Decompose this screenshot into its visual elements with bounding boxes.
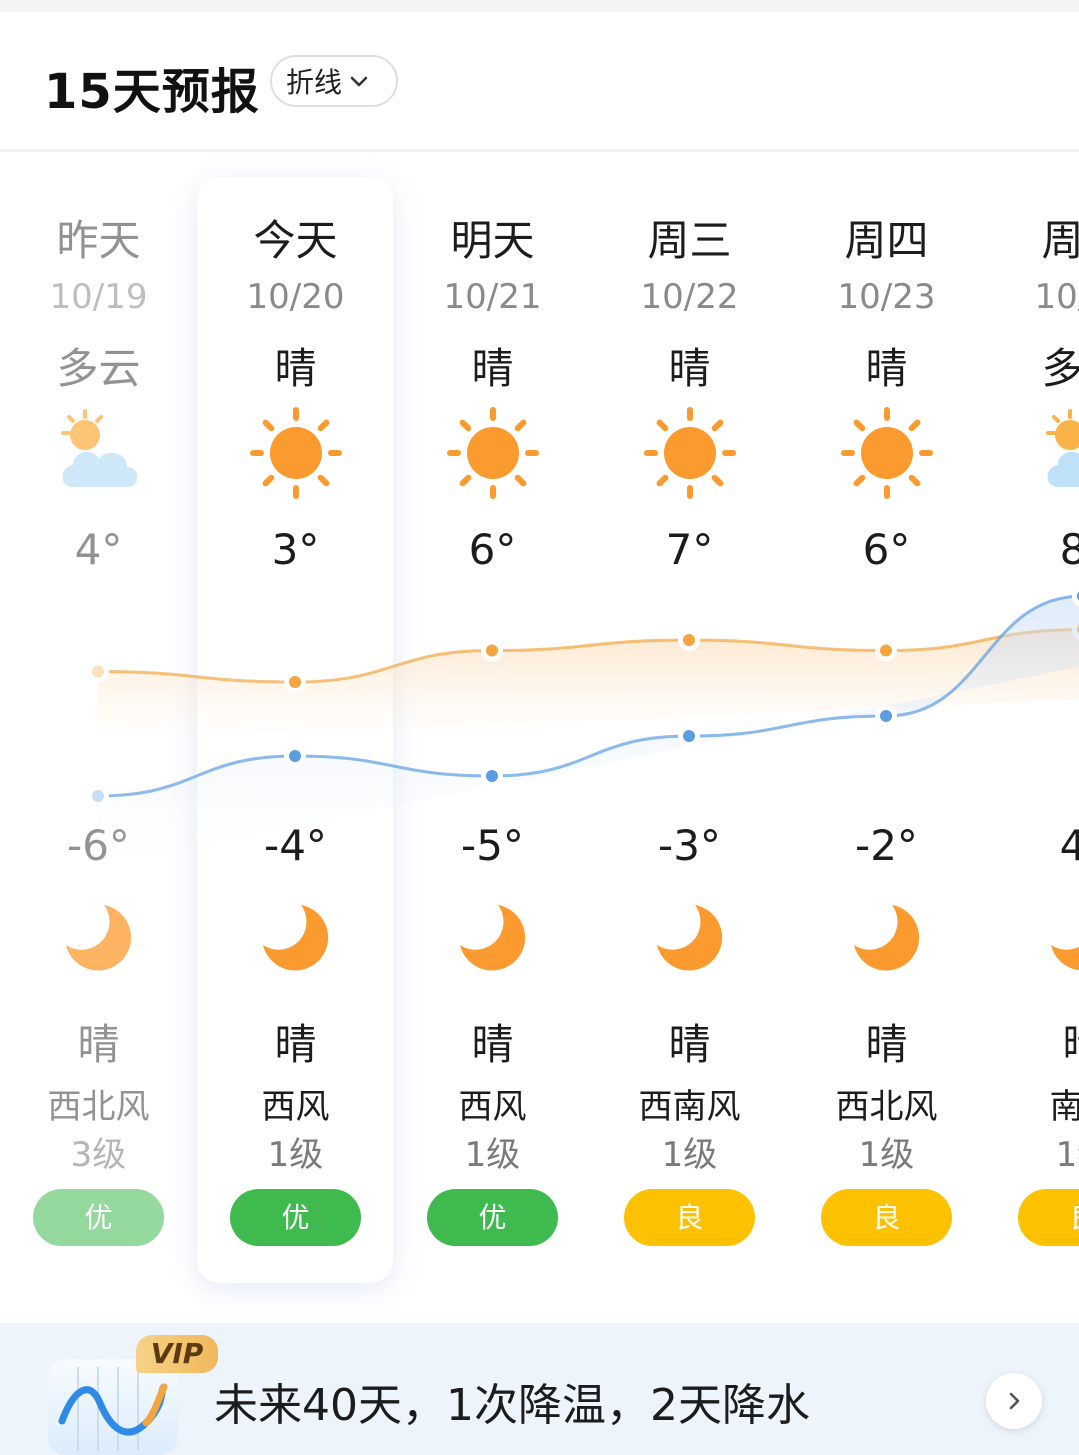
- partly-cloudy-icon: [985, 405, 1079, 505]
- high-temp: 4°: [74, 525, 123, 574]
- night-weather-text: 晴: [471, 1020, 514, 1069]
- aqi-badge: 良: [1018, 1189, 1079, 1246]
- chevron-right-icon: [1009, 1392, 1020, 1410]
- wind-level: 1级: [858, 1135, 915, 1175]
- date-label: 10/24: [1034, 277, 1079, 317]
- chevron-down-icon: [350, 76, 368, 87]
- wind-level: 1级: [267, 1135, 324, 1175]
- date-label: 10/21: [443, 277, 542, 317]
- high-temp: 6°: [862, 525, 911, 574]
- aqi-badge: 优: [33, 1189, 164, 1246]
- top-strip: [0, 0, 1079, 12]
- aqi-badge: 优: [230, 1189, 361, 1246]
- banner-summary-text: 未来40天，1次降温，2天降水: [214, 1380, 810, 1431]
- day-label: 周三: [647, 216, 732, 265]
- aqi-badge: 良: [624, 1189, 755, 1246]
- wind-direction: 西北风: [47, 1087, 150, 1127]
- low-temp: 4°: [1059, 821, 1079, 870]
- high-temp: 7°: [665, 525, 714, 574]
- day-column[interactable]: 明天 10/21 晴 6° -5° 晴 西风 1级 优: [394, 155, 591, 1323]
- day-column[interactable]: 周五 10/24 多云 8° 4° 晴 南风 1级 良: [985, 155, 1079, 1323]
- day-weather-text: 多云: [1041, 344, 1079, 393]
- date-label: 10/19: [49, 277, 148, 317]
- chart-mode-label: 折线: [286, 66, 343, 99]
- day-label: 昨天: [56, 216, 141, 265]
- night-weather-text: 晴: [668, 1020, 711, 1069]
- vip-badge: VIP: [136, 1335, 218, 1373]
- sun-icon: [197, 405, 394, 505]
- day-label: 周五: [1041, 216, 1079, 265]
- day-column[interactable]: 昨天 10/19 多云 4° -6° 晴 西北风 3级 优: [0, 155, 197, 1323]
- night-weather-text: 晴: [865, 1020, 908, 1069]
- low-temp: -6°: [67, 821, 130, 870]
- low-temp: -4°: [264, 821, 327, 870]
- day-label: 周四: [844, 216, 929, 265]
- moon-icon: [788, 893, 985, 983]
- sun-icon: [591, 405, 788, 505]
- low-temp: -5°: [461, 821, 524, 870]
- wind-level: 1级: [464, 1135, 521, 1175]
- forecast-scroller[interactable]: 昨天 10/19 多云 4° -6° 晴 西北风 3级 优 今天 10/20 晴…: [0, 155, 1079, 1323]
- wind-direction: 西风: [458, 1087, 527, 1127]
- moon-icon: [0, 893, 197, 983]
- page-title: 15天预报: [44, 64, 260, 120]
- moon-icon: [394, 893, 591, 983]
- wind-direction: 南风: [1049, 1087, 1079, 1127]
- date-label: 10/22: [640, 277, 739, 317]
- day-weather-text: 晴: [865, 344, 908, 393]
- low-temp: -3°: [658, 821, 721, 870]
- night-weather-text: 晴: [77, 1020, 120, 1069]
- wind-direction: 西北风: [835, 1087, 938, 1127]
- forecast-40day-banner[interactable]: VIP 未来40天，1次降温，2天降水: [0, 1323, 1079, 1455]
- day-column[interactable]: 周四 10/23 晴 6° -2° 晴 西北风 1级 良: [788, 155, 985, 1323]
- trend-chart-icon: [48, 1359, 178, 1455]
- day-weather-text: 晴: [668, 344, 711, 393]
- aqi-badge: 优: [427, 1189, 558, 1246]
- moon-icon: [591, 893, 788, 983]
- moon-icon: [985, 893, 1079, 983]
- day-weather-text: 晴: [471, 344, 514, 393]
- chart-mode-dropdown[interactable]: 折线: [270, 55, 398, 107]
- night-weather-text: 晴: [274, 1020, 317, 1069]
- date-label: 10/20: [246, 277, 345, 317]
- wind-direction: 西风: [261, 1087, 330, 1127]
- sun-icon: [788, 405, 985, 505]
- day-label: 今天: [253, 216, 338, 265]
- day-column[interactable]: 周三 10/22 晴 7° -3° 晴 西南风 1级 良: [591, 155, 788, 1323]
- date-label: 10/23: [837, 277, 936, 317]
- day-label: 明天: [450, 216, 535, 265]
- low-temp: -2°: [855, 821, 918, 870]
- day-weather-text: 多云: [56, 344, 141, 393]
- wind-level: 1级: [661, 1135, 718, 1175]
- wind-level: 3级: [70, 1135, 127, 1175]
- day-column[interactable]: 今天 10/20 晴 3° -4° 晴 西风 1级 优: [197, 155, 394, 1323]
- high-temp: 8°: [1059, 525, 1079, 574]
- day-weather-text: 晴: [274, 344, 317, 393]
- partly-cloudy-icon: [0, 405, 197, 505]
- wind-direction: 西南风: [638, 1087, 741, 1127]
- aqi-badge: 良: [821, 1189, 952, 1246]
- wind-level: 1级: [1055, 1135, 1079, 1175]
- sun-icon: [394, 405, 591, 505]
- night-weather-text: 晴: [985, 1011, 1079, 1072]
- forecast-header: 15天预报 折线: [0, 12, 1079, 152]
- moon-icon: [197, 893, 394, 983]
- banner-open-button[interactable]: [986, 1373, 1042, 1429]
- high-temp: 3°: [271, 525, 320, 574]
- high-temp: 6°: [468, 525, 517, 574]
